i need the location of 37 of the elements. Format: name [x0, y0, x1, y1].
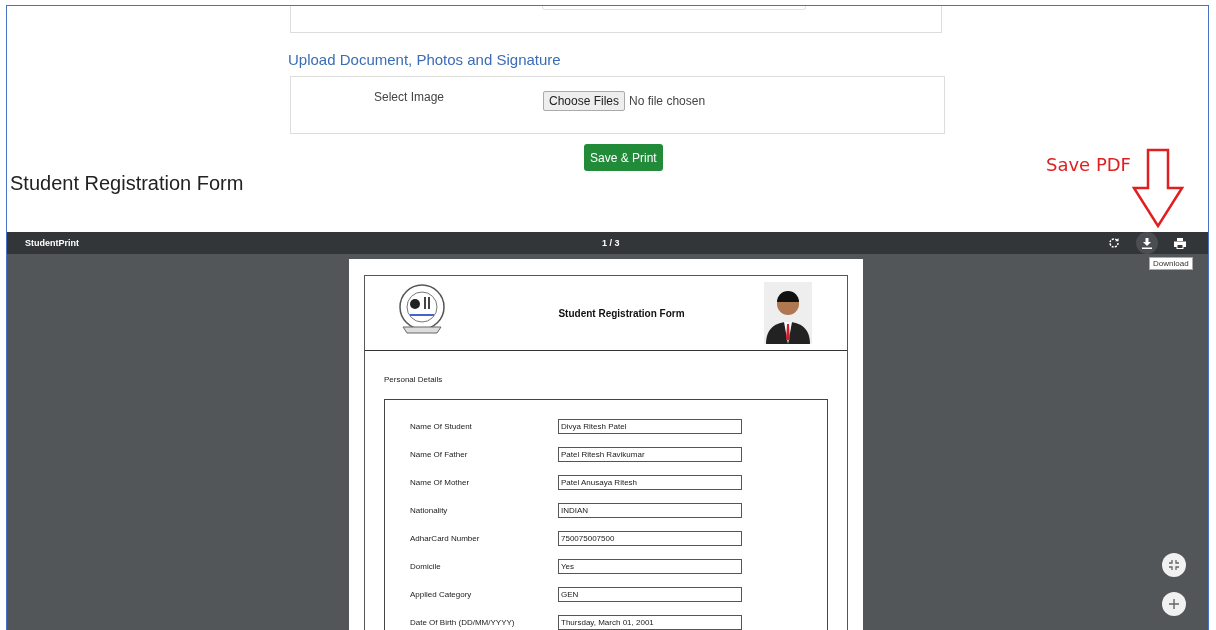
field-label: Applied Category	[410, 589, 473, 599]
download-button[interactable]	[1136, 232, 1158, 254]
field-value: INDIAN	[558, 502, 742, 518]
field-label: Domicile	[410, 561, 442, 571]
field-value: GEN	[558, 586, 742, 602]
field-value: Patel Ritesh Ravikumar	[558, 446, 742, 462]
field-value: 750075007500	[558, 530, 742, 546]
field-label: Name Of Student	[410, 421, 473, 431]
field-value: Divya Ritesh Patel	[558, 418, 742, 434]
document-heading: Student Registration Form	[557, 307, 686, 319]
choose-files-button[interactable]: Choose Files	[543, 91, 626, 111]
rotate-icon[interactable]	[1108, 237, 1120, 249]
field-value: Yes	[558, 558, 742, 574]
field-label: Date Of Birth (DD/MM/YYYY)	[410, 617, 516, 627]
fit-page-icon	[1169, 560, 1179, 570]
document-title: StudentPrint	[25, 238, 79, 248]
field-label: Name Of Mother	[410, 477, 471, 487]
field-label: AdharCard Number	[410, 533, 481, 543]
print-icon[interactable]	[1174, 237, 1186, 249]
page-counter: 1 / 3	[602, 238, 620, 248]
annotation-label: Save PDF	[1046, 154, 1131, 175]
field-value: Patel Anusaya Ritesh	[558, 474, 742, 490]
field-label: Name Of Father	[410, 449, 469, 459]
field-value: Thursday, March 01, 2001	[558, 614, 742, 630]
avatar-silhouette	[764, 282, 812, 344]
download-icon	[1142, 237, 1152, 249]
fit-page-button[interactable]	[1162, 553, 1186, 577]
section-heading: Upload Document, Photos and Signature	[288, 51, 562, 69]
zoom-in-button[interactable]	[1162, 592, 1186, 616]
file-status: No file chosen	[629, 94, 706, 108]
plus-icon	[1169, 599, 1179, 609]
section-label: Personal Details	[384, 375, 444, 384]
field-label: Select Image	[374, 90, 446, 104]
page-heading: Student Registration Form	[10, 171, 244, 195]
tooltip: Download	[1149, 257, 1193, 270]
field-label: Nationality	[410, 505, 449, 515]
save-print-button[interactable]: Save & Print	[584, 144, 663, 171]
